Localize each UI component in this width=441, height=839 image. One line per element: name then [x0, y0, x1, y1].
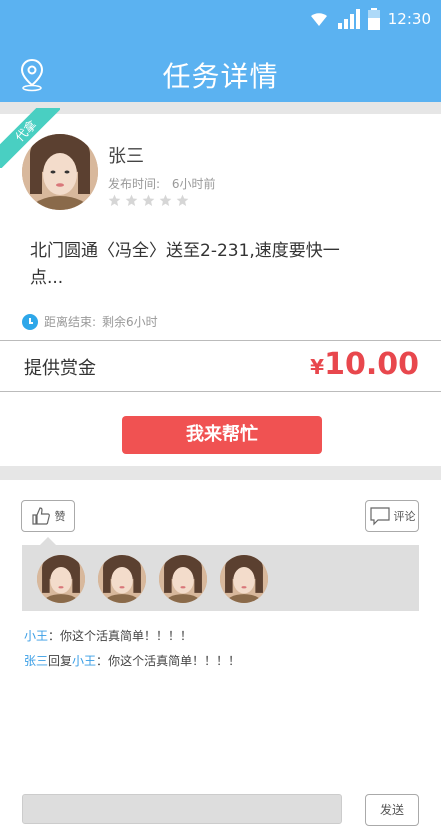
comment-label: 评论 [393, 510, 416, 523]
reward-label: 提供赏金 [24, 358, 96, 379]
reward-value: 10.00 [324, 347, 419, 382]
user-name: 张三 [108, 146, 144, 167]
reply-word: 回复 [48, 654, 73, 668]
send-button[interactable]: 发送 [365, 794, 419, 826]
comment-bubble-icon [369, 507, 390, 526]
liker-avatar[interactable] [159, 555, 207, 603]
liker-avatar[interactable] [37, 555, 85, 603]
wifi-icon [310, 13, 327, 26]
divider [0, 466, 441, 480]
likers-pointer [40, 537, 56, 545]
reward-row: 提供赏金 ¥10.00 [0, 340, 441, 392]
comment-user[interactable]: 张三 [24, 654, 48, 668]
comment-list: 小王：你这个活真简单！！！！ 张三回复小王：你这个活真简单！！！！ [24, 624, 240, 674]
clock-icon [22, 313, 38, 330]
signal-icon [337, 9, 360, 29]
page-title: 任务详情 [162, 60, 279, 93]
task-description: 北门圆通〈冯全〉送至2-231,速度要快一点... [30, 241, 340, 288]
like-button[interactable]: 赞 [21, 500, 75, 532]
star-icon [108, 194, 121, 207]
publish-time-value: 6小时前 [171, 177, 216, 191]
divider [0, 102, 441, 114]
battery-icon [367, 8, 380, 30]
user-photo [22, 134, 98, 210]
currency-symbol: ¥ [310, 355, 325, 379]
liker-avatar[interactable] [220, 555, 268, 603]
comment-item: 张三回复小王：你这个活真简单！！！！ [24, 649, 240, 674]
comment-separator: ： [96, 654, 109, 668]
liker-avatar[interactable] [98, 555, 146, 603]
status-bar: 12:30 [308, 8, 431, 30]
reward-amount: ¥10.00 [310, 347, 419, 382]
publish-time: 发布时间: 6小时前 [108, 175, 216, 192]
rating-stars [108, 194, 189, 207]
status-time: 12:30 [387, 10, 431, 28]
like-label: 赞 [54, 510, 66, 523]
avatar[interactable] [22, 134, 98, 210]
comment-separator: ： [48, 629, 61, 643]
comment-text: 你这个活真简单！！！！ [60, 629, 193, 643]
deadline-value: 剩余6小时 [102, 315, 158, 329]
star-icon [176, 194, 189, 207]
app-header: 12:30 任务详情 [0, 0, 441, 102]
comment-user[interactable]: 小王 [24, 629, 48, 643]
reply-input[interactable] [22, 794, 342, 824]
star-icon [142, 194, 155, 207]
thumbs-up-icon [31, 507, 50, 525]
comment-button[interactable]: 评论 [365, 500, 419, 532]
publish-time-label: 发布时间: [108, 177, 161, 191]
reply-target-user[interactable]: 小王 [72, 654, 96, 668]
star-icon [159, 194, 172, 207]
deadline-label: 距离结束: [44, 315, 97, 329]
comment-item: 小王：你这个活真简单！！！！ [24, 624, 240, 649]
comment-text: 你这个活真简单！！！！ [108, 654, 241, 668]
help-button[interactable]: 我来帮忙 [122, 416, 322, 454]
star-icon [125, 194, 138, 207]
deadline-row: 距离结束: 剩余6小时 [22, 313, 158, 330]
